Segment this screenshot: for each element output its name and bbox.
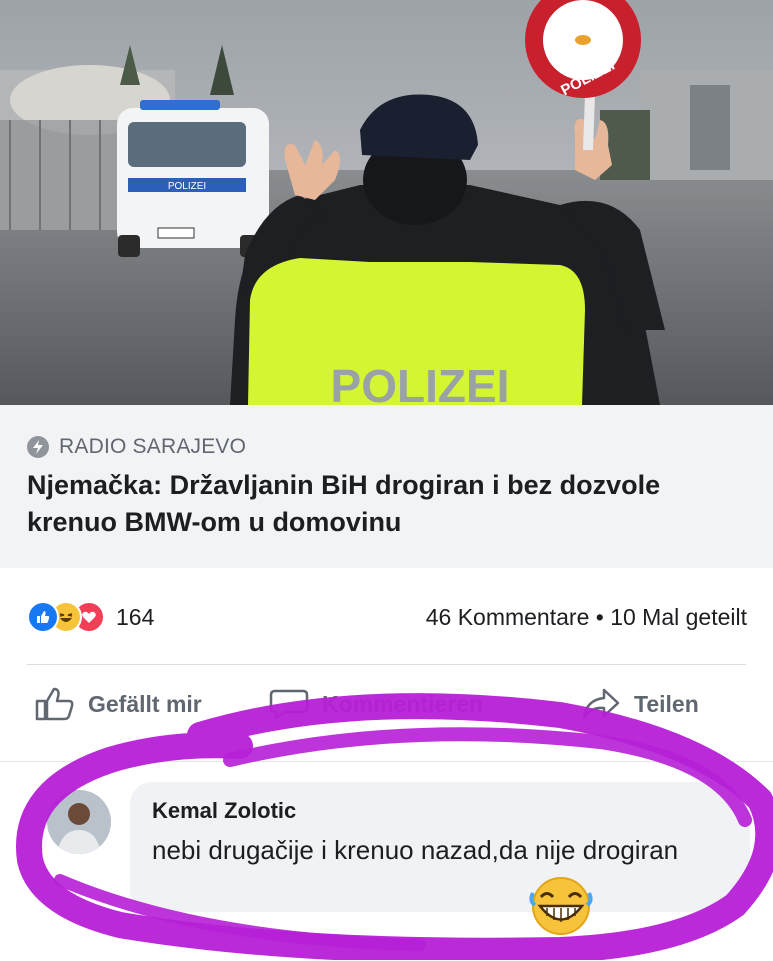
link-headline[interactable]: Njemačka: Državljanin BiH drogiran i bez…	[27, 467, 727, 541]
laughing-emoji-icon	[525, 875, 597, 942]
avatar[interactable]	[47, 790, 111, 854]
comment-section: Kemal Zolotic nebi drugačije i krenuo na…	[0, 761, 773, 961]
comment-author[interactable]: Kemal Zolotic	[152, 798, 296, 824]
link-preview[interactable]: RADIO SARAJEVO Njemačka: Državljanin BiH…	[0, 405, 773, 568]
comment-icon	[269, 689, 309, 720]
action-bar: Gefällt mir Kommentieren Teilen	[0, 686, 773, 738]
lightning-icon	[27, 436, 49, 458]
vest-label: POLIZEI	[331, 360, 510, 405]
article-photo[interactable]: POLIZEI POLIZEI POLIZEI	[0, 0, 773, 405]
share-button[interactable]: Teilen	[580, 686, 699, 722]
comment-share-count[interactable]: 46 Kommentare • 10 Mal geteilt	[426, 604, 747, 631]
comment-button-label: Kommentieren	[322, 690, 484, 717]
like-button[interactable]: Gefällt mir	[34, 686, 202, 722]
divider	[27, 664, 746, 665]
share-arrow-icon	[582, 688, 620, 720]
like-reaction-icon	[27, 601, 59, 633]
link-source: RADIO SARAJEVO	[27, 435, 246, 459]
reaction-summary[interactable]: 164	[27, 601, 154, 633]
thumbs-up-icon	[35, 687, 74, 721]
comment-text: nebi drugačije i krenuo nazad,da nije dr…	[152, 835, 679, 865]
comment-button[interactable]: Kommentieren	[268, 686, 483, 722]
police-officer-image: POLIZEI POLIZEI POLIZEI	[0, 0, 773, 405]
source-name: RADIO SARAJEVO	[59, 435, 247, 458]
comment-bubble: Kemal Zolotic nebi drugačije i krenuo na…	[130, 782, 750, 912]
van-label: POLIZEI	[168, 181, 206, 192]
reaction-count: 164	[116, 603, 155, 630]
share-button-label: Teilen	[634, 690, 699, 717]
like-button-label: Gefällt mir	[88, 690, 202, 717]
post-footer: 164 46 Kommentare • 10 Mal geteilt Gefäl…	[0, 568, 773, 961]
